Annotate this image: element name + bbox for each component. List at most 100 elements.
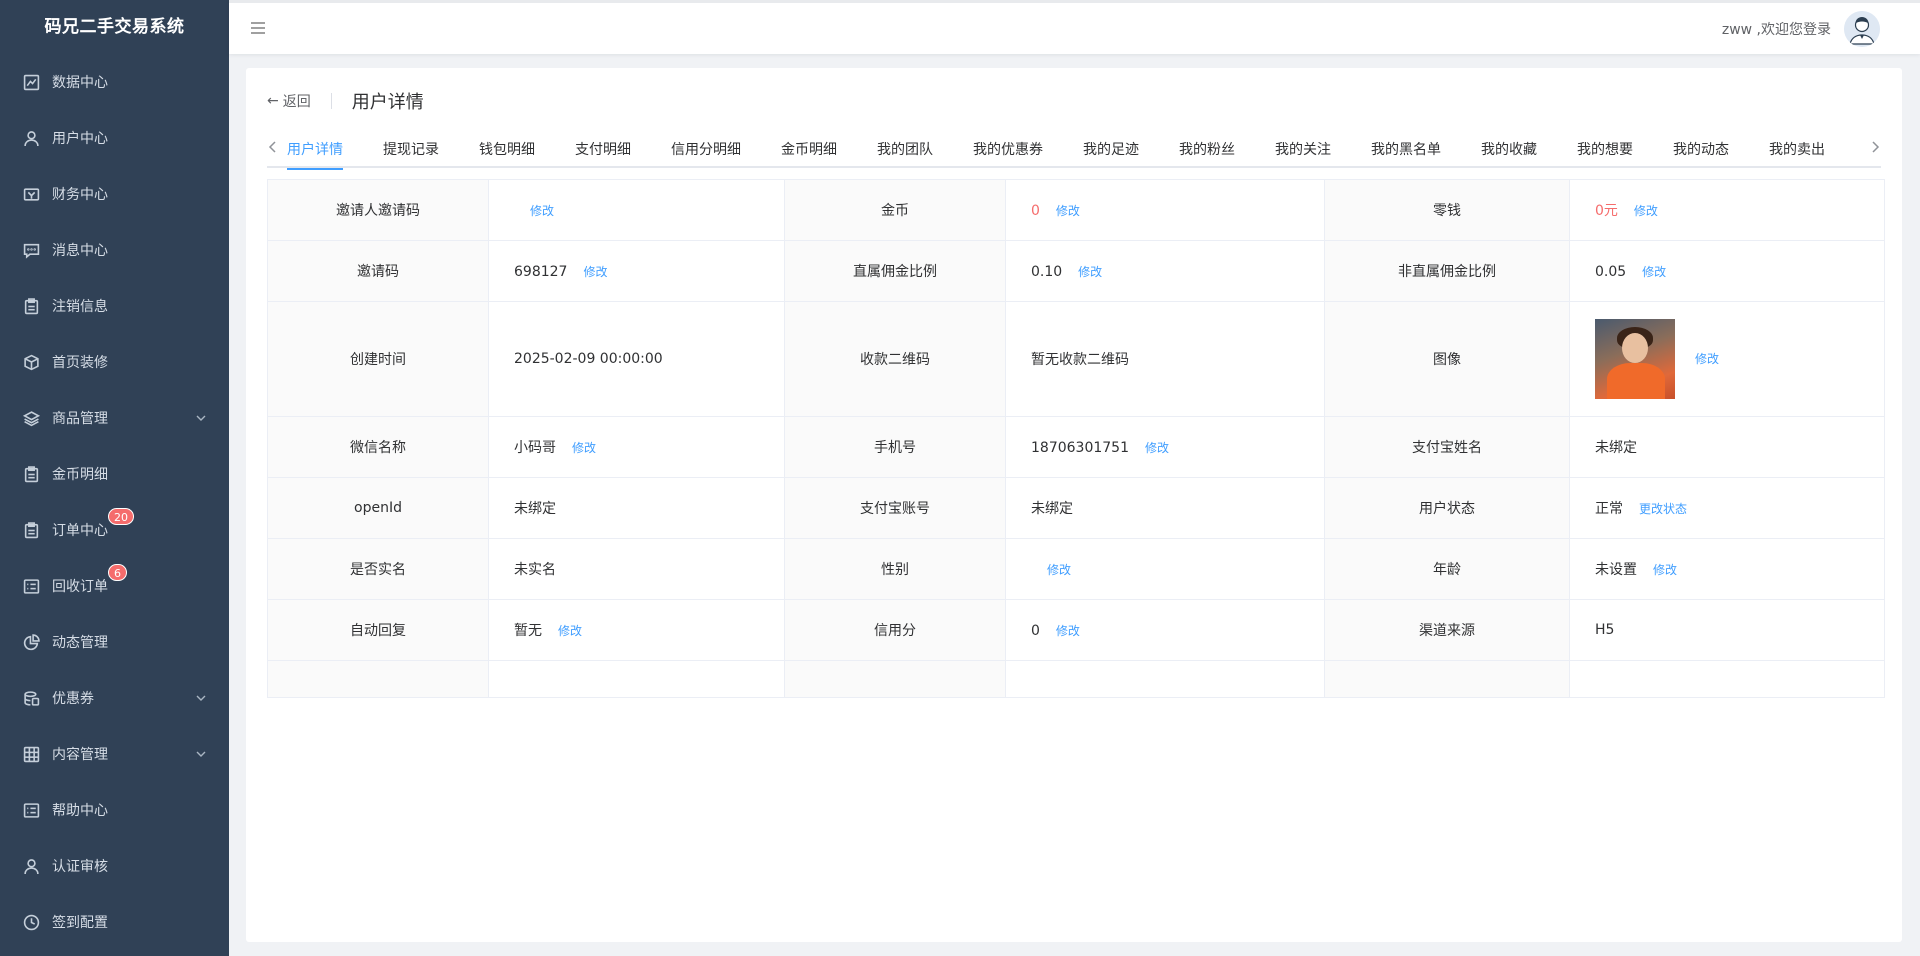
tab-user-detail[interactable]: 用户详情 <box>287 132 363 170</box>
app-title: 码兄二手交易系统 <box>44 17 185 37</box>
field-value: 正常 更改状态 <box>1569 477 1885 539</box>
tab-my-follows[interactable]: 我的关注 <box>1255 132 1351 168</box>
edit-link[interactable]: 修改 <box>1056 624 1080 638</box>
edit-link[interactable]: 修改 <box>1056 204 1080 218</box>
edit-link[interactable]: 修改 <box>1047 563 1071 577</box>
sidebar-item-dynamic-management[interactable]: 动态管理 <box>0 614 229 670</box>
tab-my-footprints[interactable]: 我的足迹 <box>1063 132 1159 168</box>
tab-withdraw-records[interactable]: 提现记录 <box>363 132 459 168</box>
field-label: 支付宝账号 <box>784 477 1006 539</box>
edit-link[interactable]: 修改 <box>1642 265 1666 279</box>
edit-link[interactable]: 修改 <box>558 624 582 638</box>
sidebar-item-label: 财务中心 <box>52 187 108 203</box>
field-value: 暂无 修改 <box>488 599 785 661</box>
sidebar-item-coupons[interactable]: 优惠券 <box>0 670 229 726</box>
sidebar-item-order-center[interactable]: 订单中心 20 <box>0 502 229 558</box>
chevron-down-icon <box>195 692 207 704</box>
change-status-link[interactable]: 更改状态 <box>1639 502 1687 516</box>
sidebar-item-recycle-orders[interactable]: 回收订单 6 <box>0 558 229 614</box>
edit-link[interactable]: 修改 <box>1695 352 1719 366</box>
empty-cell <box>1324 660 1570 698</box>
page-title: 用户详情 <box>351 92 424 113</box>
chevron-right-icon[interactable] <box>1869 140 1881 156</box>
credit-score-value: 0 <box>1031 622 1040 639</box>
tab-my-coupons[interactable]: 我的优惠券 <box>953 132 1063 168</box>
edit-link[interactable]: 修改 <box>1078 265 1102 279</box>
table-row: 自动回复 暂无 修改 信用分 0 修改 渠道来源 H5 <box>267 599 1885 661</box>
chevron-down-icon <box>195 748 207 760</box>
sidebar-item-home-decoration[interactable]: 首页装修 <box>0 334 229 390</box>
empty-cell <box>267 660 489 698</box>
avatar[interactable] <box>1844 11 1880 47</box>
user-detail-table: 邀请人邀请码 修改 金币 0 修改 零钱 0元 修改 邀请码 698127 修改 直属… <box>267 179 1885 698</box>
openid-value: 未绑定 <box>488 477 785 539</box>
change-value: 0元 <box>1595 203 1618 219</box>
coupon-icon <box>22 689 40 707</box>
tab-my-blacklist[interactable]: 我的黑名单 <box>1351 132 1461 168</box>
field-value: 0.10 修改 <box>1005 240 1325 302</box>
sidebar-item-message-center[interactable]: 消息中心 <box>0 222 229 278</box>
tab-my-favorites[interactable]: 我的收藏 <box>1461 132 1557 168</box>
sidebar-item-checkin-config[interactable]: 签到配置 <box>0 894 229 950</box>
chevron-left-icon[interactable] <box>267 140 279 156</box>
field-value: 小码哥 修改 <box>488 416 785 478</box>
coin-value: 0 <box>1031 202 1040 219</box>
sidebar-item-help-center[interactable]: 帮助中心 <box>0 782 229 838</box>
tab-wallet-details[interactable]: 钱包明细 <box>459 132 555 168</box>
pie-icon <box>22 633 40 651</box>
sidebar-item-finance-center[interactable]: 财务中心 <box>0 166 229 222</box>
clipboard-icon <box>22 465 40 483</box>
phone-value: 18706301751 <box>1031 439 1129 456</box>
tab-my-sales[interactable]: 我的卖出 <box>1749 132 1845 168</box>
order-count-badge: 20 <box>108 508 134 525</box>
field-value: 698127 修改 <box>488 240 785 302</box>
edit-link[interactable]: 修改 <box>1145 441 1169 455</box>
edit-link[interactable]: 修改 <box>530 204 554 218</box>
list-icon <box>22 577 40 595</box>
table-row: openId 未绑定 支付宝账号 未绑定 用户状态 正常 更改状态 <box>267 477 1885 539</box>
back-button[interactable]: ← 返回 <box>267 91 311 111</box>
sidebar-item-label: 认证审核 <box>52 859 108 875</box>
sidebar-item-label: 优惠券 <box>52 691 94 707</box>
empty-cell <box>488 660 785 698</box>
sidebar-item-content-management[interactable]: 内容管理 <box>0 726 229 782</box>
tab-my-wants[interactable]: 我的想要 <box>1557 132 1653 168</box>
sidebar-item-label: 帮助中心 <box>52 803 108 819</box>
page-header: ← 返回 用户详情 <box>267 88 424 114</box>
sidebar-item-deregistration[interactable]: 注销信息 <box>0 278 229 334</box>
recycle-count-badge: 6 <box>108 564 127 581</box>
tab-my-posts[interactable]: 我的动态 <box>1653 132 1749 168</box>
clipboard-icon <box>22 521 40 539</box>
field-label: 创建时间 <box>267 301 489 417</box>
sidebar-item-data-center[interactable]: 数据中心 <box>0 54 229 110</box>
channel-source-value: H5 <box>1569 599 1885 661</box>
sidebar-item-certification-review[interactable]: 认证审核 <box>0 838 229 894</box>
edit-link[interactable]: 修改 <box>1653 563 1677 577</box>
sidebar-item-coin-details[interactable]: 金币明细 <box>0 446 229 502</box>
sidebar-item-product-management[interactable]: 商品管理 <box>0 390 229 446</box>
menu-toggle-icon[interactable] <box>249 19 267 37</box>
tab-my-fans[interactable]: 我的粉丝 <box>1159 132 1255 168</box>
tab-coin-details[interactable]: 金币明细 <box>761 132 857 168</box>
tab-credit-details[interactable]: 信用分明细 <box>651 132 761 168</box>
grid-icon <box>22 745 40 763</box>
field-label: 金币 <box>784 179 1006 241</box>
edit-link[interactable]: 修改 <box>572 441 596 455</box>
edit-link[interactable]: 修改 <box>1634 204 1658 218</box>
top-header: zww ,欢迎您登录 <box>229 0 1920 54</box>
main-card: ← 返回 用户详情 用户详情 提现记录 钱包明细 支付明细 信用分明细 金币明细… <box>246 68 1902 942</box>
sidebar: 码兄二手交易系统 数据中心 用户中心 财务中心 消息中心 注销信息 首页装修 商… <box>0 0 229 956</box>
tab-my-team[interactable]: 我的团队 <box>857 132 953 168</box>
sidebar-item-user-center[interactable]: 用户中心 <box>0 110 229 166</box>
field-label: 图像 <box>1324 301 1570 417</box>
tab-payment-details[interactable]: 支付明细 <box>555 132 651 168</box>
field-label: 渠道来源 <box>1324 599 1570 661</box>
wallet-icon <box>22 185 40 203</box>
field-label: 自动回复 <box>267 599 489 661</box>
edit-link[interactable]: 修改 <box>583 265 607 279</box>
user-portrait-image[interactable] <box>1595 319 1675 399</box>
sidebar-item-label: 消息中心 <box>52 243 108 259</box>
sidebar-item-label: 签到配置 <box>52 915 108 931</box>
clipboard-icon <box>22 297 40 315</box>
field-label: 微信名称 <box>267 416 489 478</box>
